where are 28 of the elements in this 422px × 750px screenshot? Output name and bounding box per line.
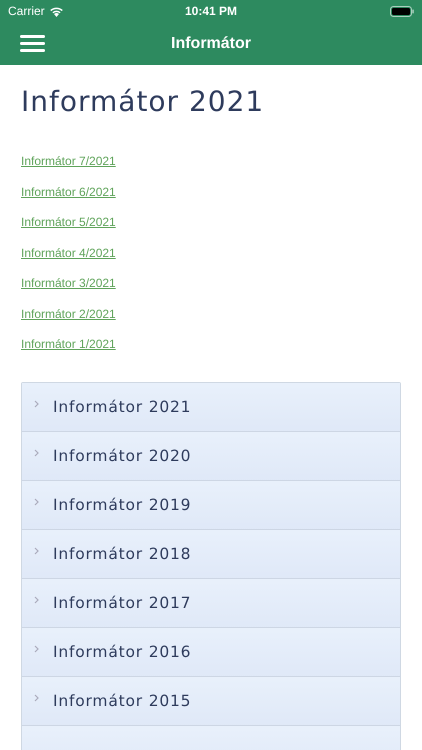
chevron-icon [34,694,39,702]
row-label: Informátor 2018 [53,544,192,562]
row-label: Informátor 2021 [53,398,192,416]
chevron-icon [34,498,39,506]
chevron-icon [34,596,39,604]
accordion-row[interactable]: Informátor 2019 [22,480,400,530]
row-label: Informátor 2017 [53,594,192,612]
chevron-icon [34,400,39,408]
nav-title: Informátor [171,34,251,52]
accordion-row[interactable]: Informátor 2017 [22,578,400,628]
battery-icon [390,6,414,16]
accordion-row[interactable]: Informátor 2020 [22,432,400,480]
chevron-icon [34,644,39,652]
row-label: Informátor 2019 [53,496,192,514]
row-label: Informátor 2016 [53,642,192,660]
chevron-icon [34,546,39,554]
row-label: Informátor 2020 [53,446,192,464]
accordion-row[interactable]: Informátor 2016 [22,628,400,676]
clock-time: 10:41 PM [184,4,238,18]
carrier-label: Carrier [8,4,45,18]
menu-icon[interactable] [20,35,45,52]
chevron-icon [34,448,39,456]
wifi-icon [48,6,64,16]
accordion-row[interactable]: Informátor 2018 [22,530,400,578]
row-label: Informátor 2015 [53,692,192,710]
accordion-row[interactable]: Informátor 2015 [22,676,400,726]
accordion-row[interactable]: Informátor 2021 [22,382,400,432]
page-heading: Informátor 2021 [21,85,266,119]
